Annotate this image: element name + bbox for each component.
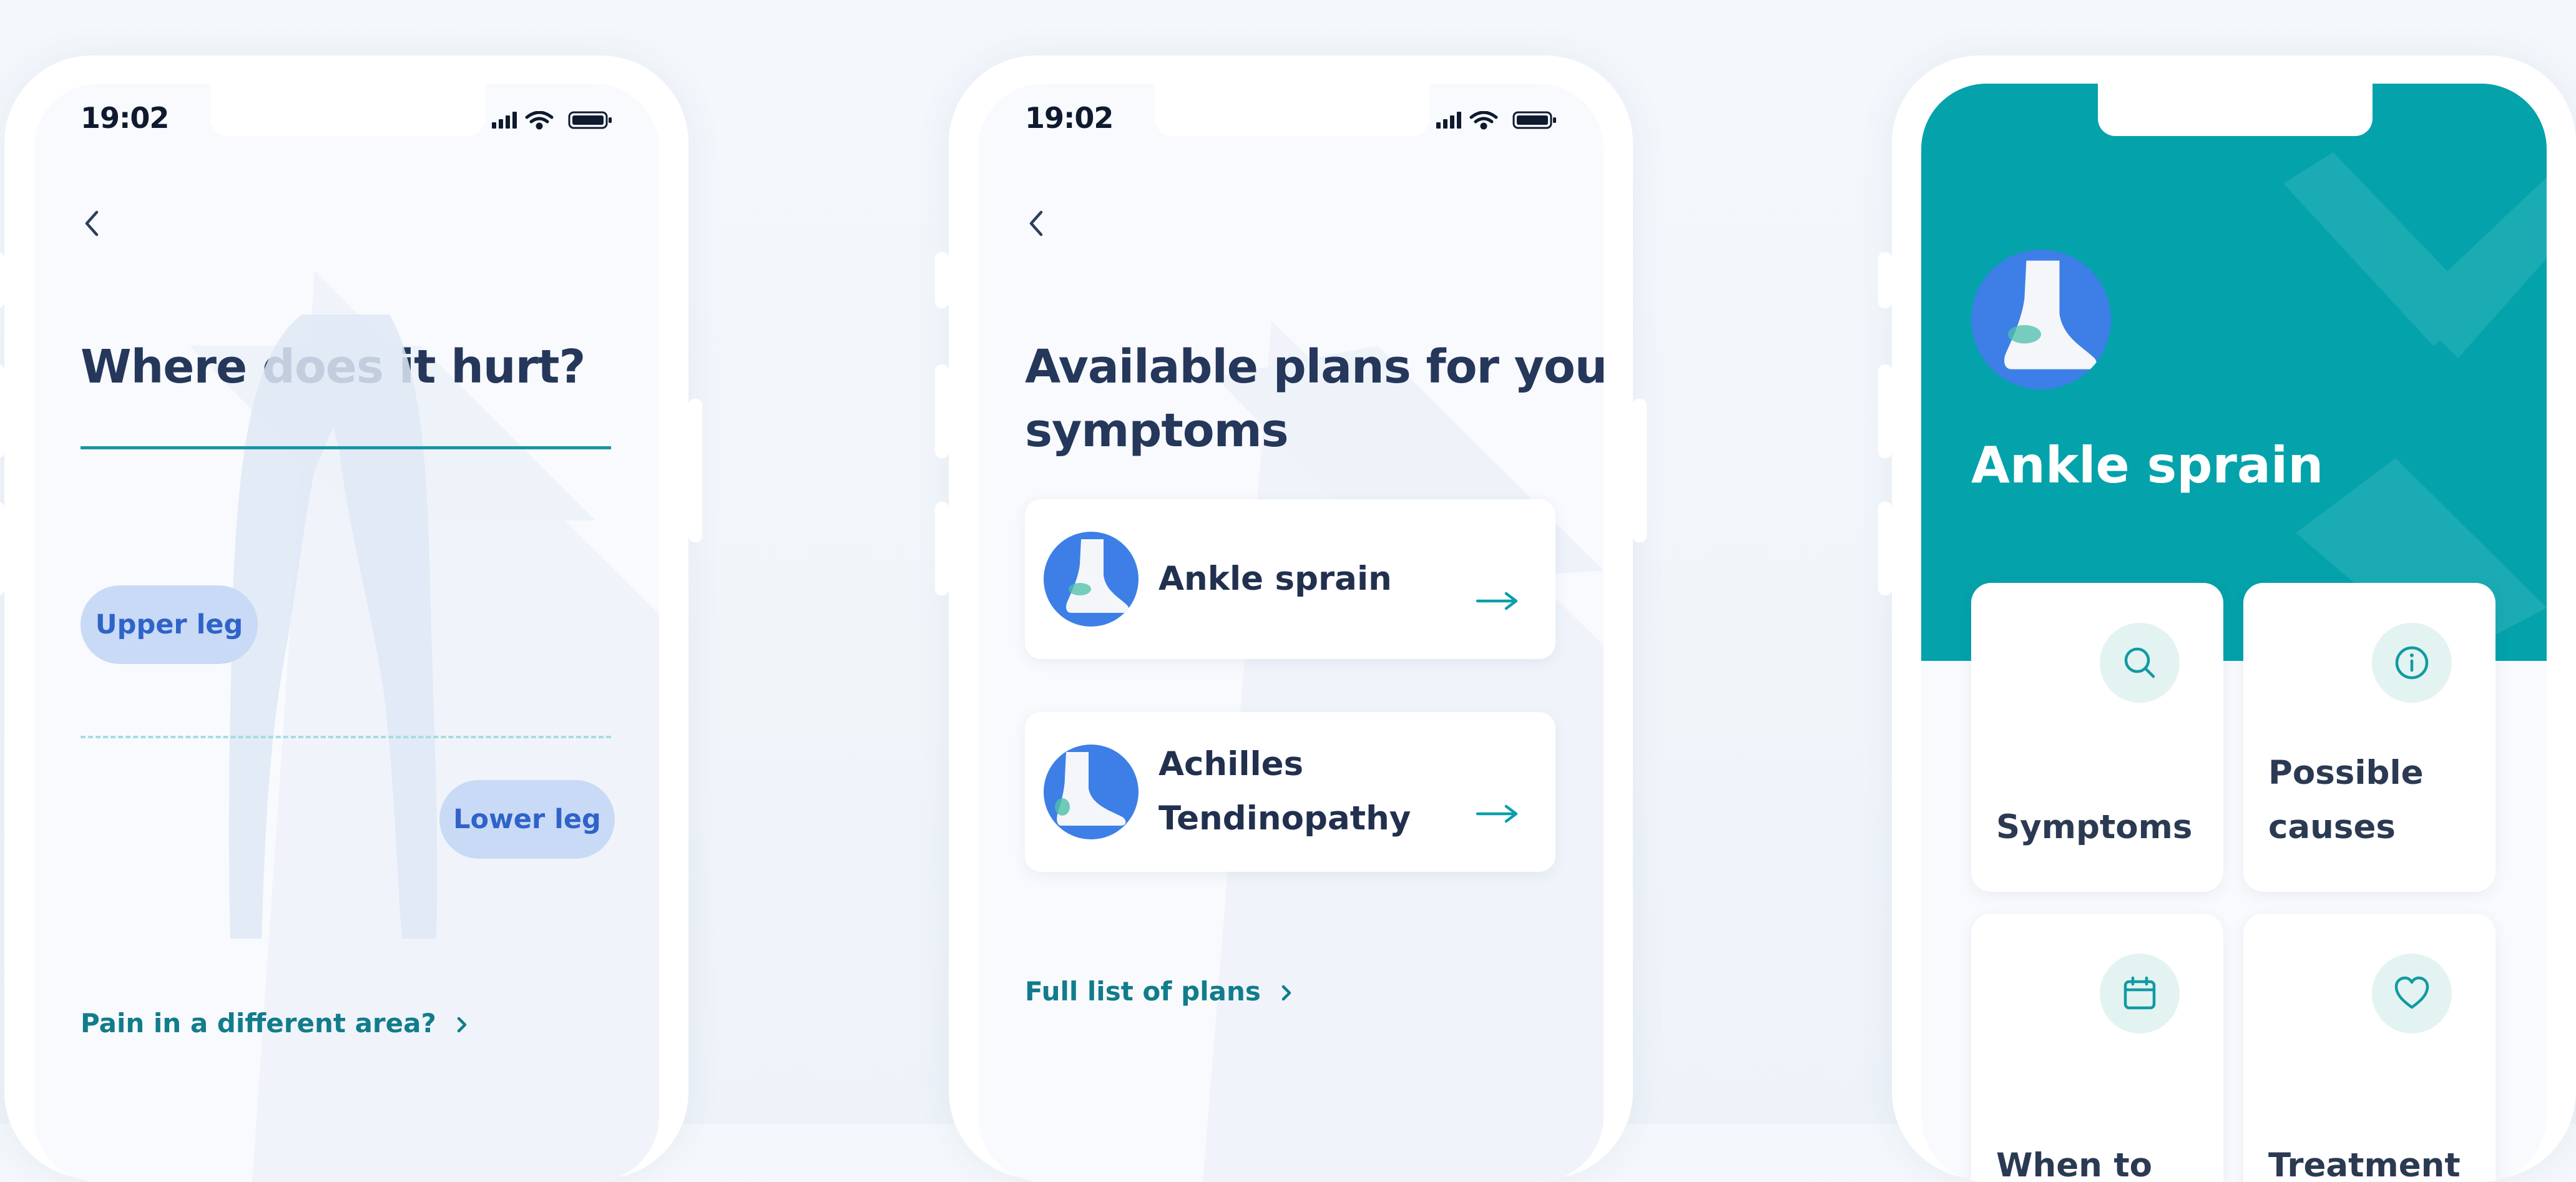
- volume-up-button: [1878, 364, 1892, 458]
- tile-label-line-1: Treatment: [2268, 1146, 2461, 1182]
- wifi-icon: [1469, 111, 1498, 130]
- chevron-right-icon: [1282, 985, 1291, 1001]
- power-button: [688, 399, 702, 542]
- tile-when-to[interactable]: When to: [1971, 914, 2223, 1182]
- plan-card-achilles-tendinopathy[interactable]: Achilles Tendinopathy: [1025, 712, 1555, 872]
- search-field-underline[interactable]: [81, 446, 611, 449]
- foot-icon: [1044, 745, 1139, 839]
- page-title-line-1: Available plans for your: [1025, 340, 1604, 394]
- tile-treatment[interactable]: Treatment: [2243, 914, 2495, 1182]
- volume-down-button: [935, 502, 949, 595]
- volume-down-button: [1878, 502, 1892, 595]
- tile-label-line-1: Symptoms: [1996, 808, 2193, 846]
- wifi-icon: [525, 111, 554, 130]
- back-chevron-icon[interactable]: [1024, 205, 1049, 242]
- arrow-right-icon: [1476, 804, 1518, 823]
- search-icon: [2100, 623, 2180, 703]
- tile-possible-causes[interactable]: Possible causes: [2243, 583, 2495, 892]
- chip-lower-leg[interactable]: Lower leg: [439, 780, 615, 859]
- status-time: 19:02: [81, 101, 169, 135]
- tile-symptoms[interactable]: Symptoms: [1971, 583, 2223, 892]
- tile-label: When to: [1996, 1138, 2152, 1182]
- full-list-of-plans-label: Full list of plans: [1025, 976, 1261, 1007]
- power-button: [1633, 399, 1647, 542]
- tile-label-line-1: When to: [1996, 1146, 2153, 1182]
- screen-available-plans: 19:02 Available plans for your symptoms …: [978, 84, 1604, 1182]
- chevron-right-icon: [458, 1017, 467, 1033]
- volume-up-button: [0, 364, 4, 458]
- screen-ankle-sprain: Ankle sprain Symptoms Possible causes Wh…: [1921, 84, 2547, 1182]
- plan-title: Achilles Tendinopathy: [1158, 737, 1411, 846]
- tile-label: Possible causes: [2268, 746, 2424, 854]
- silent-switch: [0, 252, 4, 308]
- battery-icon: [568, 111, 612, 129]
- phone-where-does-it-hurt: 19:02 Where does it hurt? Upper leg Lowe…: [0, 56, 702, 1182]
- page-title: Available plans for your symptoms: [1025, 335, 1604, 462]
- page-title-line-2: symptoms: [1025, 404, 1289, 457]
- screen-where-does-it-hurt: 19:02 Where does it hurt? Upper leg Lowe…: [34, 84, 659, 1182]
- silent-switch: [935, 252, 949, 308]
- info-icon: [2372, 623, 2452, 703]
- signal-icon: [1436, 112, 1461, 129]
- plan-title-line-2: Tendinopathy: [1158, 799, 1411, 838]
- different-area-link-label: Pain in a different area?: [81, 1008, 436, 1038]
- chip-upper-leg[interactable]: Upper leg: [81, 585, 258, 664]
- tile-label: Symptoms: [1996, 800, 2192, 854]
- foot-icon: [1971, 250, 2111, 389]
- area-divider: [81, 736, 611, 738]
- battery-icon: [1512, 111, 1556, 129]
- full-list-of-plans-link[interactable]: Full list of plans: [1025, 976, 1293, 1007]
- notch: [2098, 84, 2373, 136]
- signal-icon: [492, 112, 517, 129]
- calendar-icon: [2100, 954, 2180, 1033]
- different-area-link[interactable]: Pain in a different area?: [81, 1008, 469, 1038]
- notch: [1155, 84, 1429, 136]
- condition-title: Ankle sprain: [1971, 436, 2324, 494]
- status-time: 19:02: [1025, 101, 1114, 135]
- status-icons: [1436, 111, 1556, 130]
- notch: [210, 84, 485, 136]
- phone-available-plans: 19:02 Available plans for your symptoms …: [935, 56, 1647, 1182]
- back-chevron-icon[interactable]: [79, 205, 104, 242]
- tile-label: Treatment: [2268, 1138, 2461, 1182]
- plan-title: Ankle sprain: [1158, 560, 1392, 598]
- volume-up-button: [935, 364, 949, 458]
- tile-label-line-1: Possible: [2268, 754, 2424, 792]
- foot-icon: [1044, 532, 1139, 627]
- heart-icon: [2372, 954, 2452, 1033]
- status-icons: [492, 111, 612, 130]
- arrow-right-icon: [1476, 592, 1518, 610]
- tile-label-line-2: causes: [2268, 808, 2396, 846]
- volume-down-button: [0, 502, 4, 595]
- silent-switch: [1878, 252, 1892, 308]
- plan-title-line-1: Achilles: [1158, 745, 1304, 783]
- phone-ankle-sprain-detail: Ankle sprain Symptoms Possible causes Wh…: [1878, 56, 2576, 1182]
- plan-card-ankle-sprain[interactable]: Ankle sprain: [1025, 499, 1555, 659]
